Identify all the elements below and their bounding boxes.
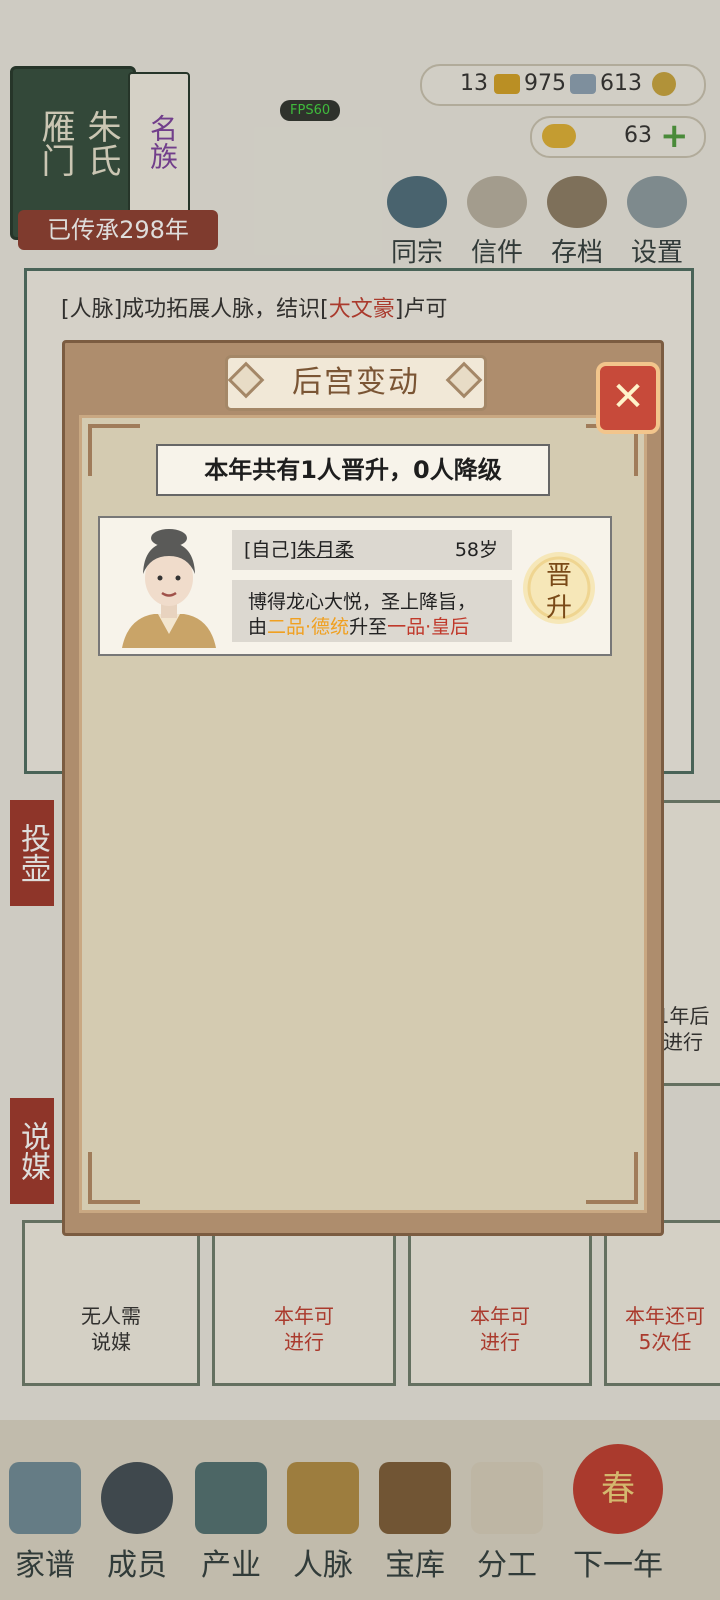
name-age-bar: [自己]朱月柔 58岁 (232, 530, 512, 570)
promotion-badge-icon: 晋 升 (523, 552, 595, 624)
promotion-summary: 本年共有1人晋升，0人降级 (156, 444, 550, 496)
frame-corner (586, 1152, 638, 1204)
character-age: 58岁 (454, 539, 498, 561)
svg-text:晋: 晋 (546, 561, 572, 591)
svg-text:升: 升 (546, 593, 572, 623)
promotion-description: 博得龙心大悦，圣上降旨， 由二品·德统升至一品·皇后 (232, 580, 512, 642)
close-button[interactable]: ✕ (596, 362, 660, 434)
character-name[interactable]: 朱月柔 (297, 539, 354, 561)
frame-corner (88, 1152, 140, 1204)
portrait-avatar (122, 529, 216, 648)
to-rank: 一品·皇后 (387, 616, 470, 638)
promotion-entry[interactable]: [自己]朱月柔 58岁 博得龙心大悦，圣上降旨， 由二品·德统升至一品·皇后 晋… (98, 516, 612, 656)
self-tag: [自己] (244, 539, 297, 561)
frame-corner (88, 424, 140, 476)
from-rank: 二品·德统 (267, 616, 350, 638)
